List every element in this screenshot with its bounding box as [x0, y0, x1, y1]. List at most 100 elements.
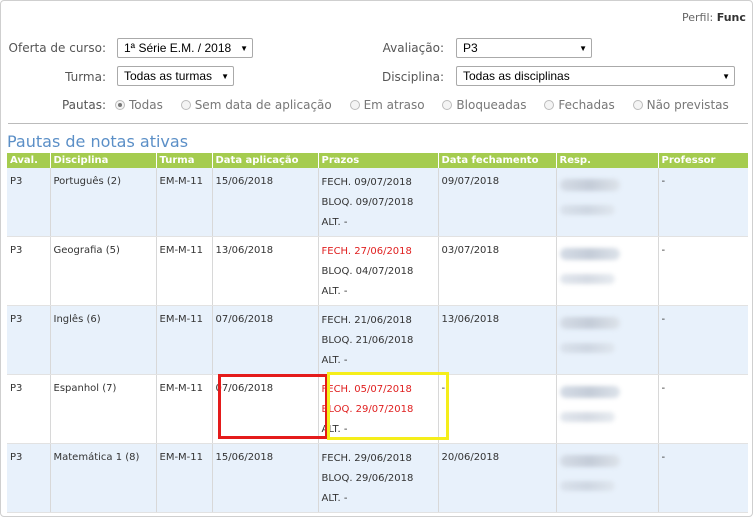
cell-aval: P3 [7, 374, 50, 444]
pautas-label: Pautas: [61, 98, 106, 112]
radio-selected-icon [115, 100, 125, 110]
table-row[interactable]: P3 Geografia (5) EM-M-11 13/06/2018 FECH. 27… [7, 236, 748, 306]
col-header-data-fechamento[interactable]: Data fechamento [437, 153, 556, 168]
turma-value: Todas as turmas [124, 69, 213, 83]
oferta-label: Oferta de curso: [8, 41, 106, 55]
disciplina-label: Disciplina: [381, 70, 444, 84]
chevron-down-icon: ▼ [240, 44, 248, 53]
disciplina-value: Todas as disciplinas [463, 69, 570, 83]
prazo-fech: FECH. 29/06/2018 [321, 453, 412, 464]
table-row[interactable]: P3 Matemática 1 (8) EM-M-11 15/06/2018 FECH.… [7, 443, 748, 513]
chevron-down-icon: ▼ [221, 72, 229, 81]
cell-disciplina: Espanhol (7) [49, 374, 156, 444]
app-frame: Perfil: Func Oferta de curso: 1ª Série E… [0, 0, 753, 517]
cell-data-aplicacao: 15/06/2018 [211, 443, 318, 513]
redacted-name [559, 317, 620, 329]
cell-data-aplicacao: 13/06/2018 [211, 236, 318, 306]
redacted-name [559, 412, 615, 422]
pautas-table: Aval. Disciplina Turma Data aplicação Pr… [7, 153, 748, 513]
cell-professor: - [657, 443, 748, 513]
cell-prazos: FECH. 09/07/2018 BLOQ. 09/07/2018 ALT. - [317, 168, 438, 237]
radio-label: Bloqueadas [456, 98, 527, 112]
col-header-disciplina[interactable]: Disciplina [49, 153, 156, 168]
cell-disciplina: Matemática 1 (8) [49, 443, 156, 513]
radio-nao-previstas[interactable]: Não previstas [632, 98, 729, 112]
cell-aval: P3 [7, 168, 50, 237]
cell-turma: EM-M-11 [155, 443, 212, 513]
cell-resp [555, 443, 658, 513]
perfil-indicator: Perfil: Func [682, 11, 746, 24]
prazo-bloq: BLOQ. 09/07/2018 [321, 197, 414, 208]
oferta-value: 1ª Série E.M. / 2018 [124, 41, 232, 55]
col-header-professor[interactable]: Professor [657, 153, 748, 168]
radio-todas[interactable]: Todas [115, 98, 163, 112]
col-header-data-aplicacao[interactable]: Data aplicação [211, 153, 318, 168]
redacted-name [559, 179, 620, 191]
table-row[interactable]: P3 Português (2) EM-M-11 15/06/2018 FECH. 09… [7, 168, 748, 237]
cell-aval: P3 [7, 443, 50, 513]
turma-select[interactable]: Todas as turmas ▼ [117, 66, 234, 86]
radio-icon [544, 100, 555, 110]
cell-turma: EM-M-11 [155, 305, 212, 375]
cell-disciplina: Geografia (5) [49, 236, 156, 306]
radio-sem-data[interactable]: Sem data de aplicação [180, 98, 332, 112]
radio-label: Sem data de aplicação [194, 98, 332, 112]
chevron-down-icon: ▼ [579, 44, 587, 53]
cell-aval: P3 [7, 236, 50, 306]
prazo-fech: FECH. 27/06/2018 [321, 246, 412, 257]
col-header-prazos[interactable]: Prazos [317, 153, 438, 168]
radio-icon [632, 100, 643, 110]
radio-bloqueadas[interactable]: Bloqueadas [442, 98, 527, 112]
prazo-alt: ALT. - [321, 286, 348, 297]
cell-data-aplicacao: 15/06/2018 [211, 168, 318, 237]
cell-professor: - [657, 236, 748, 306]
disciplina-select[interactable]: Todas as disciplinas ▼ [456, 66, 735, 86]
cell-resp [555, 305, 658, 375]
cell-professor: - [657, 168, 748, 237]
radio-label: Em atraso [363, 98, 425, 112]
radio-label: Fechadas [558, 98, 615, 112]
cell-resp [555, 374, 658, 444]
radio-icon [180, 100, 191, 110]
avaliacao-label: Avaliação: [382, 41, 444, 55]
radio-icon [442, 100, 453, 110]
redacted-name [559, 481, 615, 491]
prazo-bloq: BLOQ. 21/06/2018 [321, 335, 414, 346]
radio-fechadas[interactable]: Fechadas [544, 98, 615, 112]
oferta-select[interactable]: 1ª Série E.M. / 2018 ▼ [117, 38, 253, 58]
cell-data-fechamento: 09/07/2018 [437, 168, 556, 237]
radio-label: Todas [129, 98, 163, 112]
perfil-label: Perfil: [682, 11, 714, 24]
col-header-aval[interactable]: Aval. [7, 153, 50, 168]
redacted-name [559, 248, 620, 260]
redacted-name [559, 455, 620, 467]
cell-data-fechamento: 20/06/2018 [437, 443, 556, 513]
table-header-row: Aval. Disciplina Turma Data aplicação Pr… [7, 153, 748, 168]
cell-disciplina: Português (2) [49, 168, 156, 237]
cell-data-fechamento: 13/06/2018 [437, 305, 556, 375]
cell-turma: EM-M-11 [155, 374, 212, 444]
avaliacao-value: P3 [463, 41, 478, 55]
cell-resp [555, 168, 658, 237]
table-body: P3 Português (2) EM-M-11 15/06/2018 FECH. 09… [7, 168, 748, 513]
highlight-box-yellow [327, 372, 449, 440]
avaliacao-select[interactable]: P3 ▼ [456, 38, 592, 58]
cell-aval: P3 [7, 305, 50, 375]
radio-em-atraso[interactable]: Em atraso [349, 98, 425, 112]
cell-prazos: FECH. 29/06/2018 BLOQ. 29/06/2018 ALT. - [317, 443, 438, 513]
table-row[interactable]: P3 Inglês (6) EM-M-11 07/06/2018 FECH. 21/06… [7, 305, 748, 375]
radio-icon [349, 100, 360, 110]
cell-data-aplicacao: 07/06/2018 [211, 305, 318, 375]
turma-label: Turma: [65, 70, 106, 84]
perfil-value: Func [716, 11, 746, 24]
col-header-turma[interactable]: Turma [155, 153, 212, 168]
cell-prazos: FECH. 27/06/2018 BLOQ. 04/07/2018 ALT. - [317, 236, 438, 306]
cell-disciplina: Inglês (6) [49, 305, 156, 375]
prazo-fech: FECH. 21/06/2018 [321, 315, 412, 326]
chevron-down-icon: ▼ [722, 72, 730, 81]
pautas-radio-group: Todas Sem data de aplicação Em atraso Bl… [115, 98, 743, 112]
col-header-resp[interactable]: Resp. [555, 153, 658, 168]
prazo-alt: ALT. - [321, 217, 348, 228]
cell-professor: - [657, 305, 748, 375]
prazo-alt: ALT. - [321, 355, 348, 366]
